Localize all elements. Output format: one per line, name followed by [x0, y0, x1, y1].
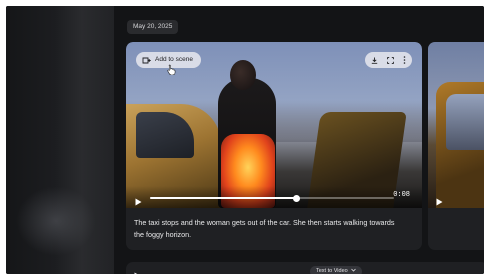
main-feed[interactable]: May 20, 2025 Add to scene 0:08 The taxi … — [114, 6, 484, 274]
download-icon[interactable] — [371, 57, 378, 64]
next-scene-card[interactable] — [428, 42, 484, 250]
next-row-card[interactable] — [126, 262, 484, 274]
add-to-scene-icon — [142, 57, 151, 64]
more-vert-icon[interactable] — [403, 56, 406, 64]
video-time: 0:08 — [393, 191, 410, 199]
next-video-thumbnail[interactable] — [428, 42, 484, 208]
seek-bar-thumb[interactable] — [292, 194, 300, 202]
pointer-cursor-icon — [167, 62, 176, 80]
app-window: May 20, 2025 Add to scene 0:08 The taxi … — [6, 6, 484, 274]
play-icon[interactable] — [135, 193, 142, 208]
date-chip: May 20, 2025 — [127, 20, 179, 34]
sidebar — [6, 6, 114, 274]
scene-card[interactable]: Add to scene 0:08 The taxi stops and the… — [126, 42, 422, 250]
seek-bar-progress — [150, 197, 297, 199]
next-car-window — [446, 94, 484, 150]
play-icon[interactable] — [134, 269, 143, 274]
video-player[interactable]: Add to scene 0:08 — [126, 42, 422, 208]
woman-head — [230, 60, 256, 90]
play-icon[interactable] — [436, 193, 443, 211]
seek-bar[interactable] — [150, 194, 394, 202]
scene-caption: The taxi stops and the woman gets out of… — [134, 218, 395, 239]
chevron-down-icon — [350, 266, 356, 274]
text-to-video-dropdown[interactable]: Text to Video — [310, 266, 362, 274]
sidebar-glow — [16, 186, 96, 256]
fullscreen-icon[interactable] — [387, 56, 394, 64]
video-controls: 0:08 — [126, 186, 422, 208]
text-to-video-label: Text to Video — [316, 268, 348, 274]
video-toolbar — [365, 52, 412, 68]
